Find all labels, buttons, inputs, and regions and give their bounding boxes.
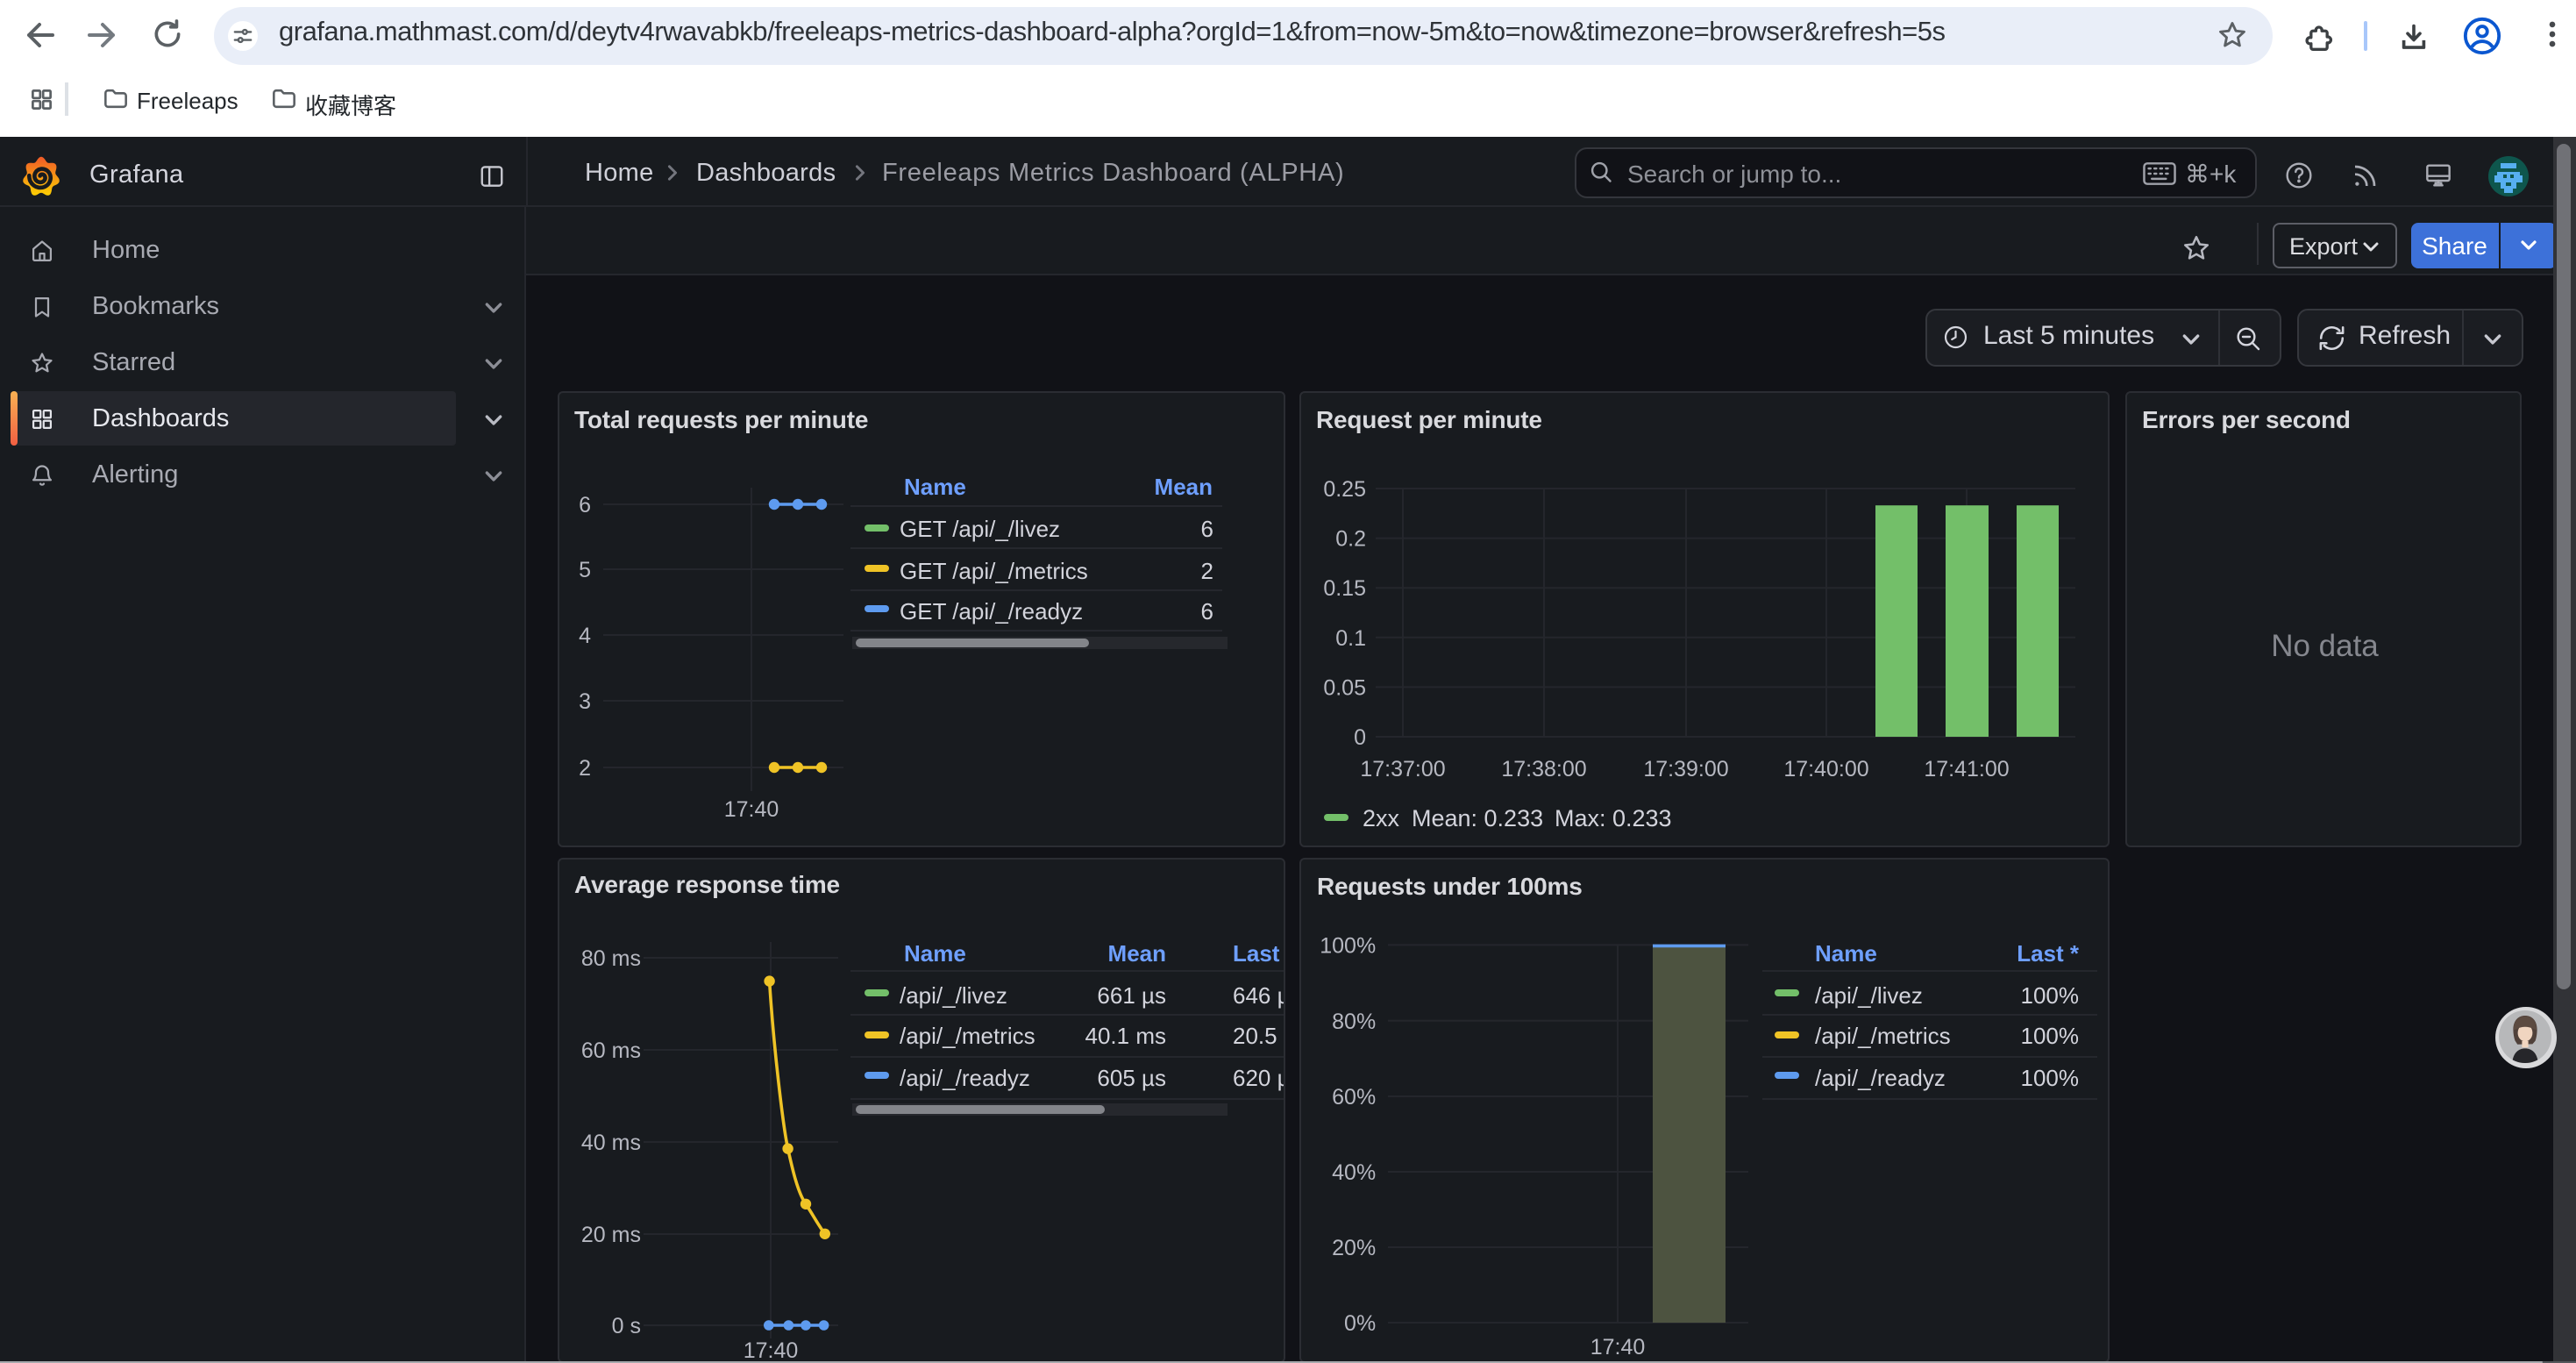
svg-text:80%: 80% — [1332, 1010, 1376, 1034]
svg-text:17:40: 17:40 — [723, 797, 779, 822]
svg-text:60 ms: 60 ms — [580, 1038, 640, 1062]
svg-text:0.05: 0.05 — [1322, 675, 1365, 700]
svg-text:20%: 20% — [1332, 1236, 1376, 1260]
svg-text:6: 6 — [578, 493, 590, 517]
svg-text:100%: 100% — [1320, 933, 1376, 958]
svg-text:0.25: 0.25 — [1322, 477, 1365, 502]
svg-text:0.2: 0.2 — [1334, 527, 1365, 552]
svg-text:0.1: 0.1 — [1334, 626, 1365, 651]
svg-text:3: 3 — [578, 689, 590, 714]
svg-text:17:40: 17:40 — [743, 1338, 798, 1362]
svg-text:2: 2 — [578, 756, 590, 781]
svg-text:60%: 60% — [1332, 1085, 1376, 1110]
svg-text:17:37:00: 17:37:00 — [1359, 757, 1444, 781]
svg-text:17:40: 17:40 — [1590, 1335, 1646, 1359]
svg-text:80 ms: 80 ms — [580, 946, 640, 970]
svg-text:40%: 40% — [1332, 1160, 1376, 1185]
svg-text:0.15: 0.15 — [1322, 576, 1365, 601]
svg-text:5: 5 — [578, 558, 590, 582]
svg-text:0: 0 — [1353, 725, 1365, 750]
svg-text:17:41:00: 17:41:00 — [1923, 757, 2008, 781]
svg-text:17:40:00: 17:40:00 — [1783, 757, 1868, 781]
svg-text:40 ms: 40 ms — [580, 1130, 640, 1154]
svg-text:4: 4 — [578, 624, 590, 648]
svg-text:20 ms: 20 ms — [580, 1222, 640, 1246]
svg-text:17:38:00: 17:38:00 — [1500, 757, 1585, 781]
svg-text:0%: 0% — [1344, 1311, 1376, 1336]
svg-text:0 s: 0 s — [611, 1313, 640, 1338]
svg-text:17:39:00: 17:39:00 — [1642, 757, 1727, 781]
